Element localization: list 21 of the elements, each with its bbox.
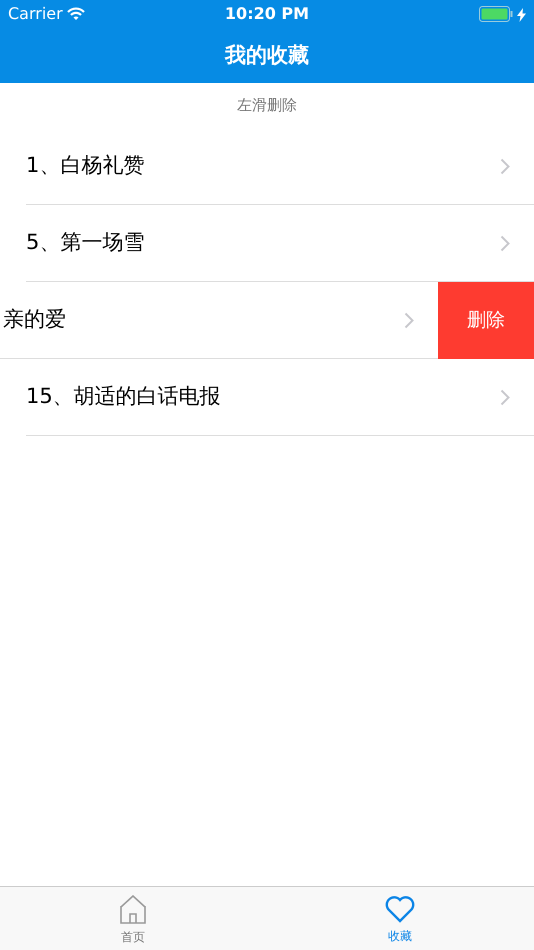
row-title: 1、白杨礼赞 (26, 152, 144, 180)
row-title: 5、第一场雪 (26, 229, 144, 256)
carrier-name: Carrier (8, 3, 63, 25)
wifi-icon (66, 7, 85, 21)
heart-icon (385, 895, 415, 923)
chevron-icon (404, 312, 414, 328)
home-icon (119, 895, 147, 924)
row-title: 15、胡适的白话电报 (26, 383, 221, 410)
battery-icon (479, 6, 513, 22)
list-row[interactable]: 1、白杨礼赞 (26, 128, 534, 205)
tab-bar-item[interactable]: 收藏 (266, 887, 534, 950)
screen-title: 我的收藏 (225, 42, 309, 69)
tab-bar-item[interactable]: 首页 (0, 887, 266, 950)
chevron-icon (500, 158, 510, 174)
list-row[interactable]: 15、胡适的白话电报 (26, 359, 534, 436)
delete-button[interactable]: 删除 (438, 282, 534, 359)
chevron-icon (500, 234, 510, 252)
clock-time: 10:20 PM (224, 3, 310, 25)
chevron-icon (500, 388, 510, 406)
row-title: 亲的爱 (3, 306, 66, 334)
hint-text: 左滑删除 (237, 95, 297, 116)
